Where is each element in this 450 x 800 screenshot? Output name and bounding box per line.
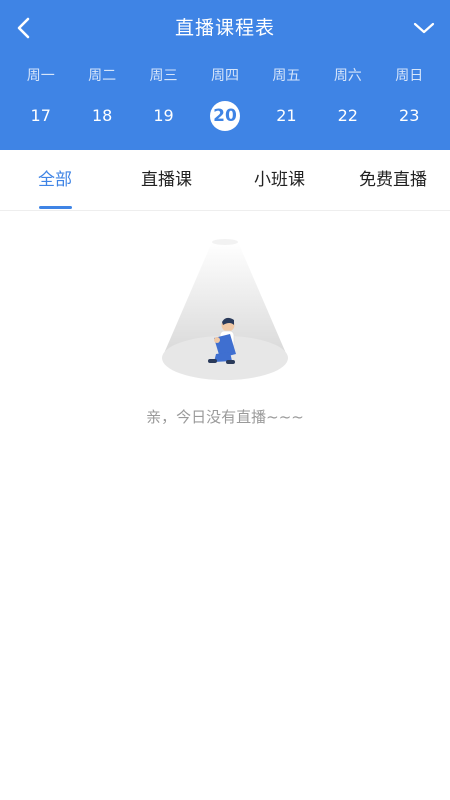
empty-state-message: 亲，今日没有直播~~~ bbox=[146, 408, 304, 426]
tab-small-class[interactable]: 小班课 bbox=[254, 168, 305, 192]
date-number: 17 bbox=[30, 106, 51, 125]
weekday-label: 周日 bbox=[395, 68, 424, 84]
page-title: 直播课程表 bbox=[174, 17, 275, 39]
date-number: 21 bbox=[276, 106, 297, 125]
date-row: 17 18 19 20 21 22 23 bbox=[10, 100, 440, 132]
tab-live-course[interactable]: 直播课 bbox=[141, 168, 192, 192]
date-number: 22 bbox=[337, 106, 358, 125]
date-cell[interactable]: 23 bbox=[379, 100, 440, 132]
date-cell[interactable]: 21 bbox=[256, 100, 317, 132]
spotlight-person-sitting-illustration bbox=[150, 230, 300, 390]
weekday-row: 周一 周二 周三 周四 周五 周六 周日 bbox=[10, 64, 440, 88]
weekday-label: 周二 bbox=[88, 68, 117, 84]
weekday-label: 周三 bbox=[149, 68, 178, 84]
expand-calendar-button[interactable] bbox=[406, 12, 442, 44]
chevron-down-icon bbox=[413, 22, 435, 34]
active-tab-indicator bbox=[39, 206, 72, 209]
weekday-label: 周五 bbox=[272, 68, 301, 84]
weekday-label: 周四 bbox=[210, 68, 239, 84]
date-cell-selected[interactable]: 20 bbox=[194, 100, 255, 132]
date-number: 18 bbox=[91, 106, 113, 125]
date-cell[interactable]: 17 bbox=[10, 100, 71, 132]
tab-all[interactable]: 全部 bbox=[38, 168, 72, 192]
weekday-label: 周一 bbox=[26, 68, 55, 84]
date-number: 19 bbox=[153, 106, 174, 125]
date-number: 23 bbox=[399, 106, 420, 125]
date-cell[interactable]: 19 bbox=[133, 100, 194, 132]
date-number-selected: 20 bbox=[209, 101, 240, 131]
date-cell[interactable]: 18 bbox=[71, 100, 132, 132]
weekday-label: 周六 bbox=[333, 68, 362, 84]
category-tabs: 全部 直播课 小班课 免费直播 bbox=[0, 150, 450, 211]
date-cell[interactable]: 22 bbox=[317, 100, 378, 132]
header-bar: 直播课程表 周一 周二 周三 周四 周五 周六 周日 17 18 19 20 2… bbox=[0, 0, 450, 150]
tab-free-live[interactable]: 免费直播 bbox=[359, 168, 427, 192]
